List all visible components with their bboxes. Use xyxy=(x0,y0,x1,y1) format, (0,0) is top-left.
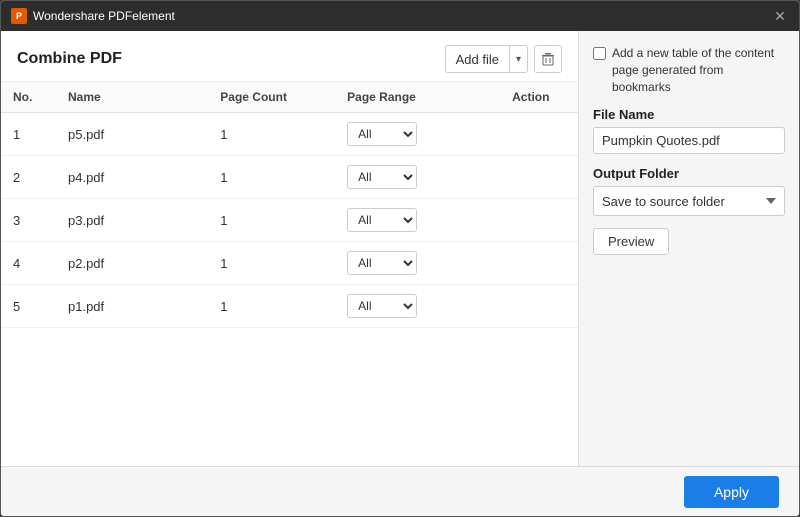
row-name: p5.pdf xyxy=(56,113,208,156)
output-folder-select[interactable]: Save to source folderCustom folder xyxy=(593,186,785,216)
page-range-select[interactable]: All Custom xyxy=(347,208,417,232)
add-file-button[interactable]: Add file ▾ xyxy=(445,45,528,73)
row-page-count: 1 xyxy=(208,242,335,285)
trash-icon xyxy=(541,52,555,66)
file-table-container: No. Name Page Count Page Range Action 1 … xyxy=(1,82,578,466)
row-action xyxy=(500,156,578,199)
right-panel: Add a new table of the content page gene… xyxy=(579,31,799,466)
page-range-select[interactable]: All Custom xyxy=(347,294,417,318)
apply-button[interactable]: Apply xyxy=(684,476,779,508)
file-name-section: File Name xyxy=(593,107,785,154)
panel-header: Combine PDF Add file ▾ xyxy=(1,31,578,82)
row-name: p2.pdf xyxy=(56,242,208,285)
row-no: 4 xyxy=(1,242,56,285)
row-action xyxy=(500,242,578,285)
row-page-range[interactable]: All Custom xyxy=(335,242,500,285)
row-action xyxy=(500,285,578,328)
col-header-page-count: Page Count xyxy=(208,82,335,113)
row-name: p4.pdf xyxy=(56,156,208,199)
output-folder-section: Output Folder Save to source folderCusto… xyxy=(593,166,785,216)
row-page-count: 1 xyxy=(208,113,335,156)
row-name: p1.pdf xyxy=(56,285,208,328)
table-row: 2 p4.pdf 1 All Custom xyxy=(1,156,578,199)
bottom-bar: Apply xyxy=(1,466,799,516)
row-no: 5 xyxy=(1,285,56,328)
file-name-label: File Name xyxy=(593,107,785,122)
add-file-dropdown-arrow[interactable]: ▾ xyxy=(510,46,527,72)
file-name-input[interactable] xyxy=(593,127,785,154)
file-table-body: 1 p5.pdf 1 All Custom 2 p4.pdf 1 All xyxy=(1,113,578,328)
left-panel: Combine PDF Add file ▾ xyxy=(1,31,579,466)
col-header-action: Action xyxy=(500,82,578,113)
header-actions: Add file ▾ xyxy=(445,45,562,73)
content-area: Combine PDF Add file ▾ xyxy=(1,31,799,466)
page-range-select[interactable]: All Custom xyxy=(347,165,417,189)
bookmark-checkbox[interactable] xyxy=(593,47,606,60)
page-range-select[interactable]: All Custom xyxy=(347,122,417,146)
bookmark-checkbox-label: Add a new table of the content page gene… xyxy=(612,45,785,95)
table-row: 4 p2.pdf 1 All Custom xyxy=(1,242,578,285)
row-no: 3 xyxy=(1,199,56,242)
app-title: Wondershare PDFelement xyxy=(33,9,175,23)
table-row: 5 p1.pdf 1 All Custom xyxy=(1,285,578,328)
row-page-count: 1 xyxy=(208,285,335,328)
bookmark-checkbox-row: Add a new table of the content page gene… xyxy=(593,45,785,95)
table-header-row: No. Name Page Count Page Range Action xyxy=(1,82,578,113)
row-page-range[interactable]: All Custom xyxy=(335,199,500,242)
title-bar: P Wondershare PDFelement ✕ xyxy=(1,1,799,31)
page-range-select[interactable]: All Custom xyxy=(347,251,417,275)
row-page-count: 1 xyxy=(208,199,335,242)
row-action xyxy=(500,199,578,242)
main-window: P Wondershare PDFelement ✕ Combine PDF A… xyxy=(0,0,800,517)
panel-title: Combine PDF xyxy=(17,50,122,68)
file-table: No. Name Page Count Page Range Action 1 … xyxy=(1,82,578,328)
row-name: p3.pdf xyxy=(56,199,208,242)
app-icon: P xyxy=(11,8,27,24)
col-header-name: Name xyxy=(56,82,208,113)
close-button[interactable]: ✕ xyxy=(771,7,789,25)
col-header-page-range: Page Range xyxy=(335,82,500,113)
table-row: 3 p3.pdf 1 All Custom xyxy=(1,199,578,242)
row-no: 2 xyxy=(1,156,56,199)
row-page-count: 1 xyxy=(208,156,335,199)
preview-button[interactable]: Preview xyxy=(593,228,669,255)
delete-button[interactable] xyxy=(534,45,562,73)
row-page-range[interactable]: All Custom xyxy=(335,285,500,328)
output-folder-label: Output Folder xyxy=(593,166,785,181)
title-bar-left: P Wondershare PDFelement xyxy=(11,8,175,24)
row-action xyxy=(500,113,578,156)
table-row: 1 p5.pdf 1 All Custom xyxy=(1,113,578,156)
add-file-label[interactable]: Add file xyxy=(446,46,510,72)
row-no: 1 xyxy=(1,113,56,156)
row-page-range[interactable]: All Custom xyxy=(335,113,500,156)
col-header-no: No. xyxy=(1,82,56,113)
row-page-range[interactable]: All Custom xyxy=(335,156,500,199)
